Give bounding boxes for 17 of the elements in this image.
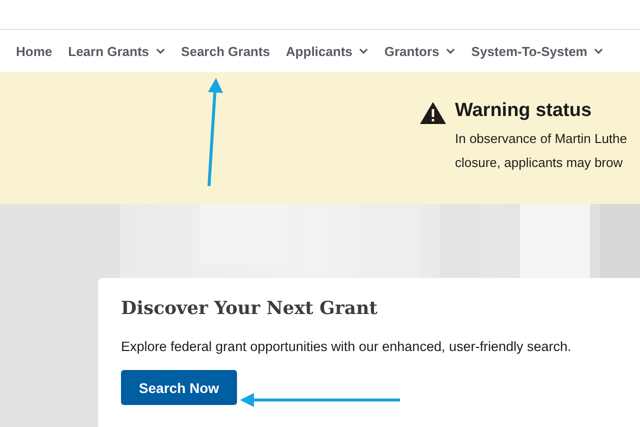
- alert-title: Warning status: [455, 100, 593, 122]
- nav-link[interactable]: Applicants: [286, 44, 368, 58]
- nav-link[interactable]: Learn Grants: [68, 44, 166, 58]
- nav-link[interactable]: Grantors: [384, 44, 456, 58]
- warning-icon: [420, 102, 446, 124]
- nav-link[interactable]: Home: [16, 44, 52, 58]
- card-title: Discover Your Next Grant: [121, 298, 378, 319]
- chevron-down-icon: [594, 48, 604, 54]
- nav-link[interactable]: Search Grants: [181, 44, 270, 58]
- search-now-button[interactable]: Search Now: [121, 370, 237, 405]
- chevron-down-icon: [156, 48, 166, 54]
- chevron-down-icon: [446, 48, 456, 54]
- alert-text: In observance of Martin Luthe: [455, 130, 627, 148]
- alert-text: closure, applicants may brow: [455, 154, 624, 172]
- chevron-down-icon: [359, 48, 368, 54]
- nav-link[interactable]: System-To-System: [471, 44, 604, 58]
- card-text: Explore federal grant opportunities with our enhanced, user-friendly search.: [121, 339, 572, 354]
